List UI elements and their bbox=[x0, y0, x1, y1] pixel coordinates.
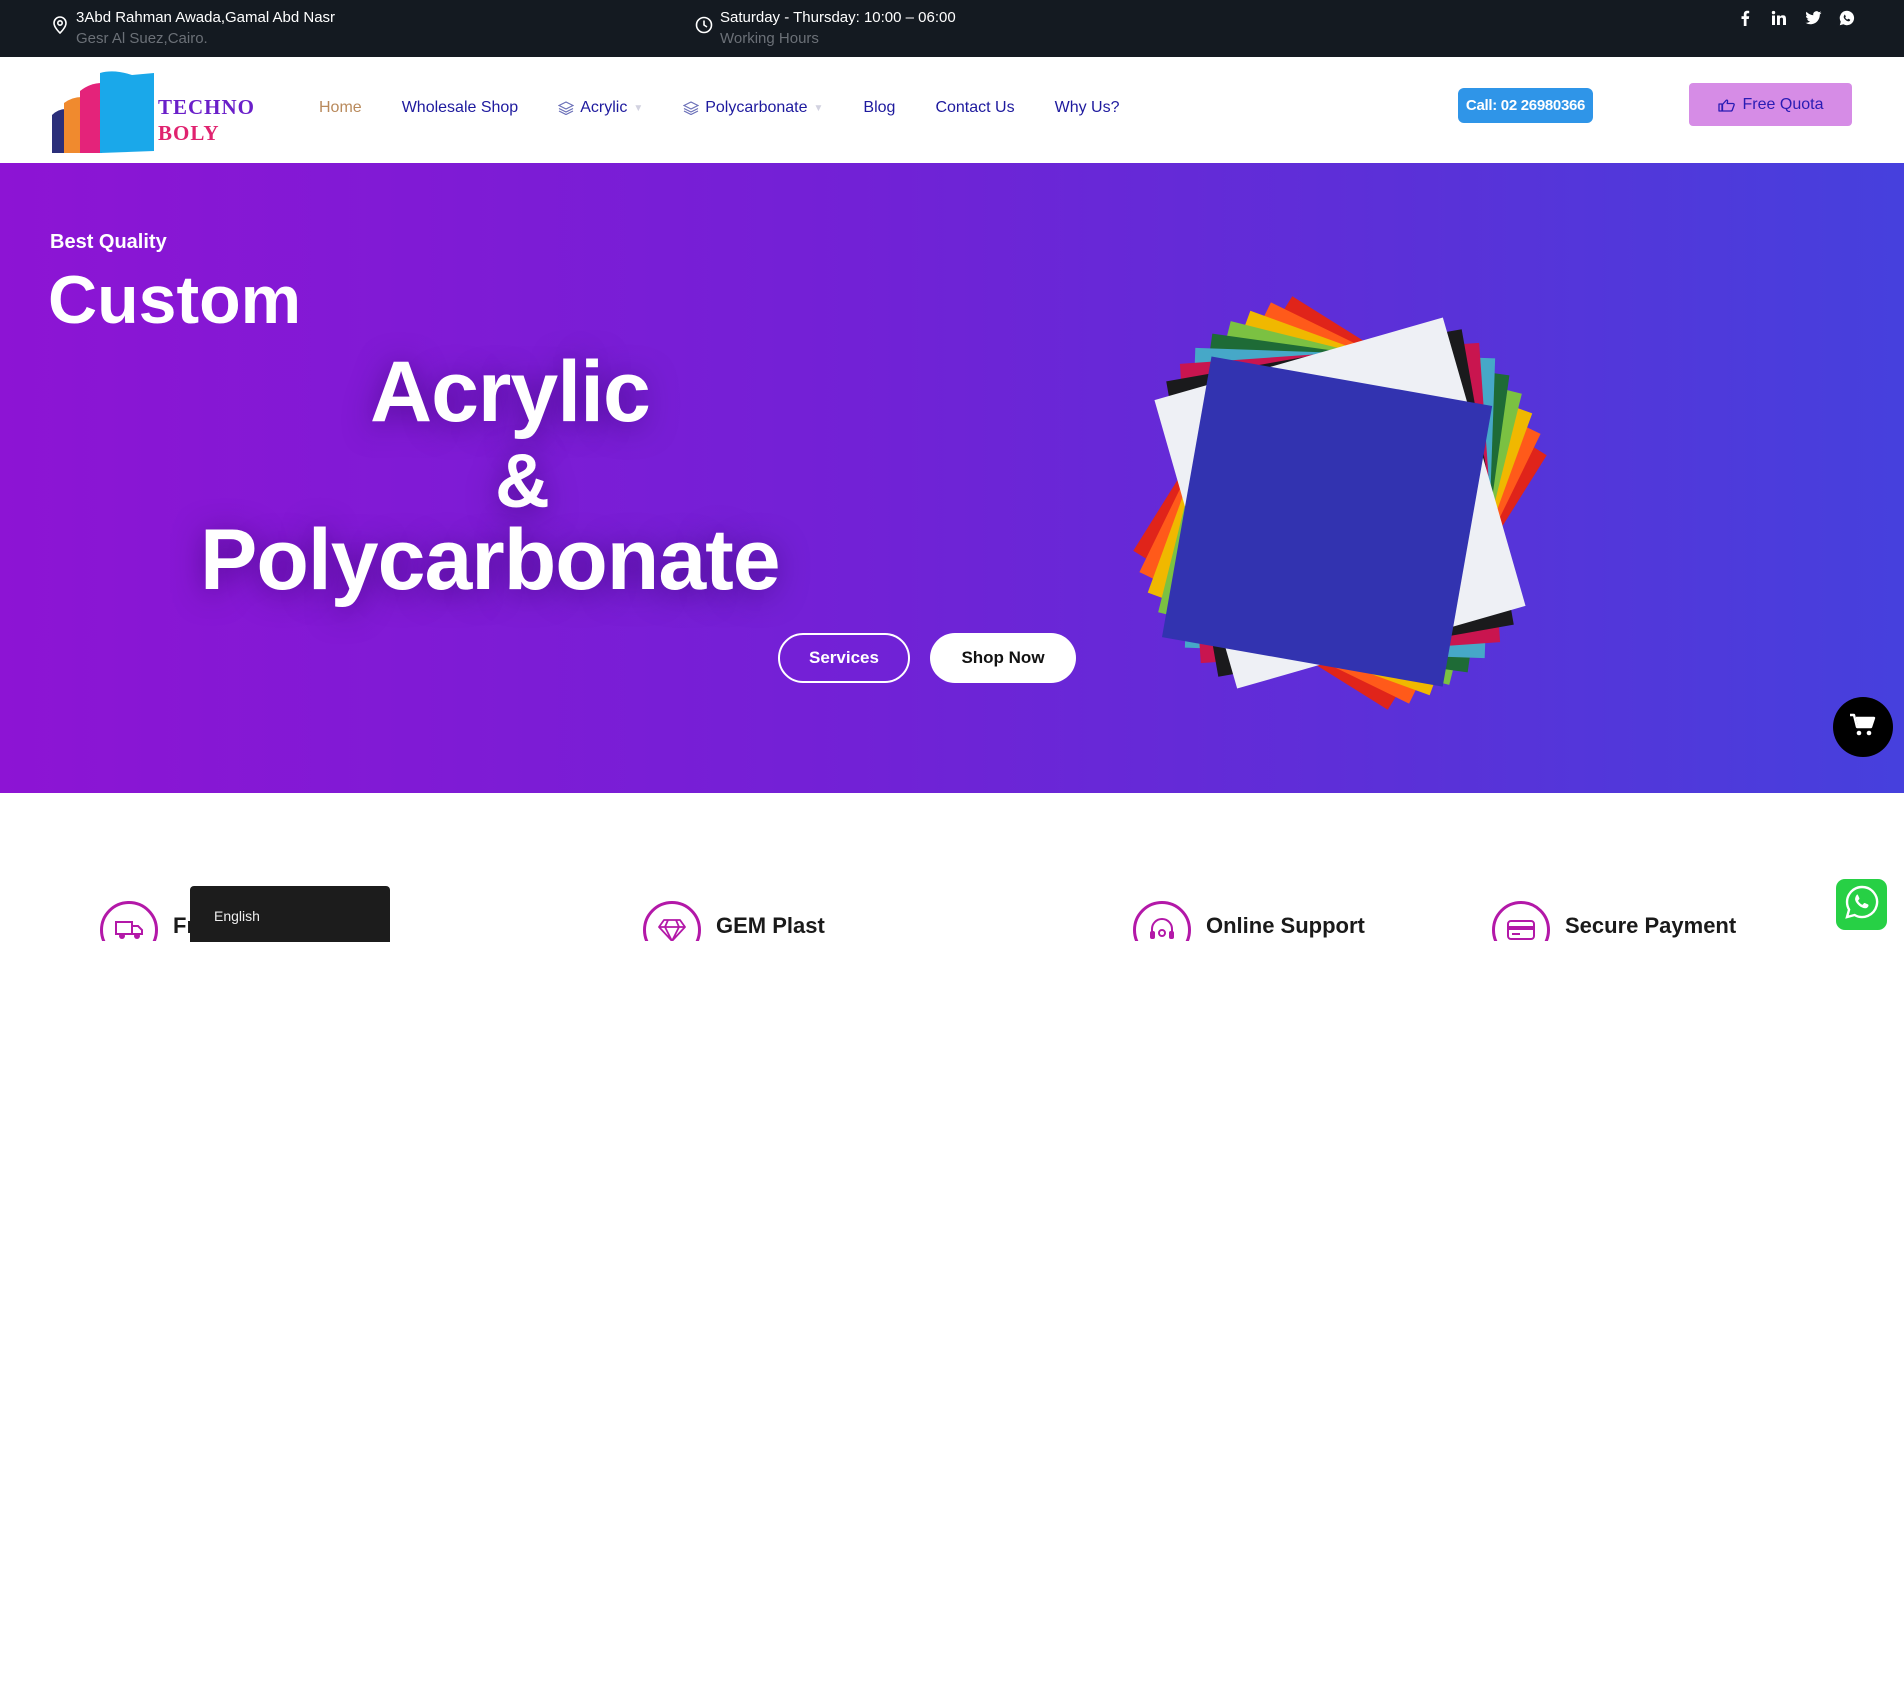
nav-polycarbonate-label: Polycarbonate bbox=[705, 99, 808, 116]
shop-now-button-label: Shop Now bbox=[961, 648, 1045, 667]
nav-contact-us[interactable]: Contact Us bbox=[935, 99, 1014, 117]
diamond-icon bbox=[643, 901, 701, 941]
services-button-label: Services bbox=[809, 648, 879, 667]
truck-icon bbox=[100, 901, 158, 941]
logo-line-1: TECHNO bbox=[158, 95, 256, 119]
chevron-down-icon: ▼ bbox=[813, 102, 824, 114]
nav-contact-us-label: Contact Us bbox=[935, 99, 1015, 116]
hero-title-acrylic: Acrylic bbox=[370, 344, 651, 440]
feature-gem-plast: GEM Plast bbox=[643, 901, 825, 941]
hours-subline: Working Hours bbox=[720, 30, 819, 47]
hours-line: Saturday - Thursday: 10:00 – 06:00 bbox=[720, 9, 956, 26]
free-quota-button[interactable]: Free Quota bbox=[1689, 83, 1852, 126]
acrylic-sheets-image bbox=[1133, 296, 1547, 710]
nav-polycarbonate[interactable]: Polycarbonate ▼ bbox=[683, 99, 823, 117]
call-button[interactable]: Call: 02 26980366 bbox=[1458, 88, 1593, 123]
feature-free-shipping: Fr bbox=[100, 901, 195, 941]
nav-acrylic-label: Acrylic bbox=[580, 99, 628, 116]
logo-line-2: BOLY bbox=[158, 121, 220, 145]
social-links bbox=[1736, 9, 1856, 27]
clock-icon bbox=[694, 15, 714, 35]
top-info-bar: 3Abd Rahman Awada,Gamal Abd Nasr Gesr Al… bbox=[0, 0, 1904, 57]
address-subline: Gesr Al Suez,Cairo. bbox=[76, 30, 208, 47]
call-button-label: Call: 02 26980366 bbox=[1465, 97, 1586, 114]
feature-title: GEM Plast bbox=[716, 913, 825, 938]
card-icon bbox=[1492, 901, 1550, 941]
nav-blog[interactable]: Blog bbox=[863, 99, 895, 117]
location-pin-icon bbox=[50, 15, 70, 35]
feature-secure-payment: Secure Payment bbox=[1492, 901, 1736, 941]
headset-icon bbox=[1133, 901, 1191, 941]
logo-mark bbox=[52, 71, 154, 153]
whatsapp-icon[interactable] bbox=[1838, 9, 1856, 27]
twitter-icon[interactable] bbox=[1804, 9, 1822, 27]
nav-wholesale-shop[interactable]: Wholesale Shop bbox=[402, 99, 519, 117]
shop-now-button[interactable]: Shop Now bbox=[930, 633, 1076, 683]
feature-online-support: Online Support bbox=[1133, 901, 1365, 941]
nav-wholesale-shop-label: Wholesale Shop bbox=[401, 99, 519, 116]
layers-icon bbox=[683, 101, 700, 115]
linkedin-icon[interactable] bbox=[1770, 9, 1788, 27]
hero-eyebrow: Best Quality bbox=[50, 231, 167, 253]
hero-title-polycarbonate: Polycarbonate bbox=[200, 512, 781, 608]
chevron-down-icon: ▼ bbox=[633, 102, 644, 114]
nav-blog-label: Blog bbox=[863, 99, 896, 116]
address-line: 3Abd Rahman Awada,Gamal Abd Nasr bbox=[76, 9, 336, 26]
hand-pointer-icon bbox=[1717, 98, 1735, 112]
nav-why-us[interactable]: Why Us? bbox=[1055, 99, 1120, 117]
cart-icon bbox=[1849, 713, 1877, 742]
address-block: 3Abd Rahman Awada,Gamal Abd Nasr Gesr Al… bbox=[50, 8, 335, 48]
whatsapp-icon bbox=[1844, 884, 1880, 925]
language-label: English bbox=[214, 908, 260, 924]
feature-title: Secure Payment bbox=[1565, 913, 1737, 938]
page: 3Abd Rahman Awada,Gamal Abd Nasr Gesr Al… bbox=[0, 0, 1904, 1699]
nav-home-label: Home bbox=[319, 99, 362, 116]
logo[interactable]: TECHNO BOLY bbox=[50, 69, 254, 159]
services-button[interactable]: Services bbox=[778, 633, 910, 683]
layers-icon bbox=[558, 101, 575, 115]
nav-why-us-label: Why Us? bbox=[1054, 99, 1120, 116]
nav-acrylic[interactable]: Acrylic ▼ bbox=[558, 99, 643, 117]
free-quota-label: Free Quota bbox=[1742, 95, 1824, 113]
main-menu: Home Wholesale Shop Acrylic ▼ Polycarbon… bbox=[319, 99, 1160, 117]
hero-banner: Best Quality Custom Acrylic & Polycarbon… bbox=[0, 163, 1904, 793]
cart-button[interactable] bbox=[1833, 697, 1893, 757]
feature-title: Online Support bbox=[1206, 913, 1365, 938]
language-switcher[interactable]: English bbox=[190, 886, 390, 942]
hours-block: Saturday - Thursday: 10:00 – 06:00 Worki… bbox=[694, 8, 956, 48]
main-navbar: TECHNO BOLY Home Wholesale Shop Acrylic … bbox=[0, 57, 1904, 163]
hero-title-custom: Custom bbox=[48, 262, 302, 338]
nav-home[interactable]: Home bbox=[319, 99, 362, 117]
whatsapp-chat-button[interactable] bbox=[1836, 879, 1887, 930]
facebook-icon[interactable] bbox=[1736, 9, 1754, 27]
